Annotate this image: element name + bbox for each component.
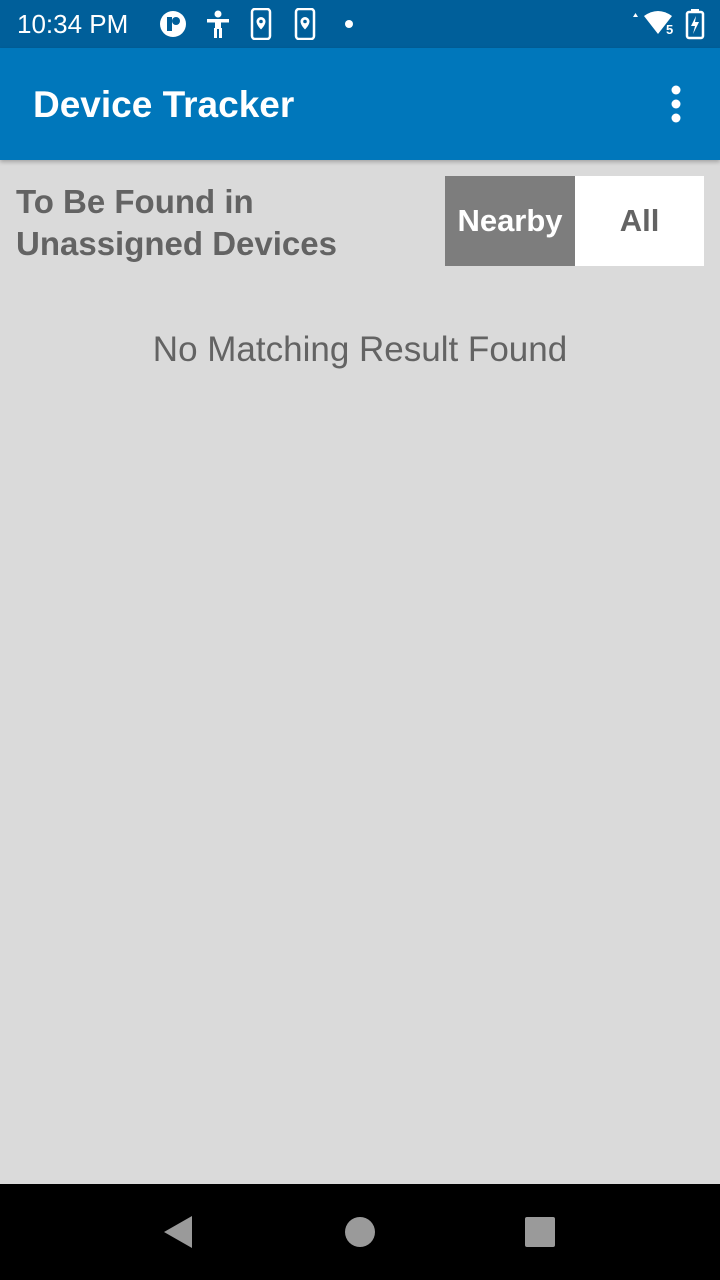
device-location-icon — [293, 8, 317, 40]
home-button[interactable] — [336, 1208, 384, 1256]
dot-icon — [342, 8, 356, 40]
device-location-icon — [249, 8, 273, 40]
svg-text:5: 5 — [666, 22, 673, 37]
status-time: 10:34 PM — [17, 9, 129, 39]
recents-button[interactable] — [516, 1208, 564, 1256]
all-toggle-button[interactable]: All — [575, 176, 704, 266]
empty-results-message: No Matching Result Found — [152, 330, 568, 369]
wifi-icon: 5 — [630, 8, 678, 40]
more-options-button[interactable] — [652, 76, 700, 132]
section-title: To Be Found in Unassigned Devices — [16, 183, 337, 262]
app-title: Device Tracker — [33, 84, 295, 125]
scope-toggle: Nearby All — [445, 176, 704, 266]
navigation-bar — [0, 1184, 720, 1280]
battery-charging-icon — [685, 8, 705, 40]
recents-icon — [525, 1217, 555, 1247]
nearby-toggle-button[interactable]: Nearby — [445, 176, 575, 266]
back-icon — [164, 1216, 192, 1248]
app-notification-icon — [158, 8, 188, 40]
screen: 10:34 PM 5 Device Tracker To Be Found in… — [0, 0, 720, 1280]
back-button[interactable] — [154, 1208, 202, 1256]
more-vert-icon — [671, 85, 681, 123]
accessibility-icon — [204, 8, 232, 40]
status-bar: 10:34 PM 5 — [0, 0, 720, 48]
home-icon — [345, 1217, 375, 1247]
app-bar: Device Tracker — [0, 48, 720, 160]
